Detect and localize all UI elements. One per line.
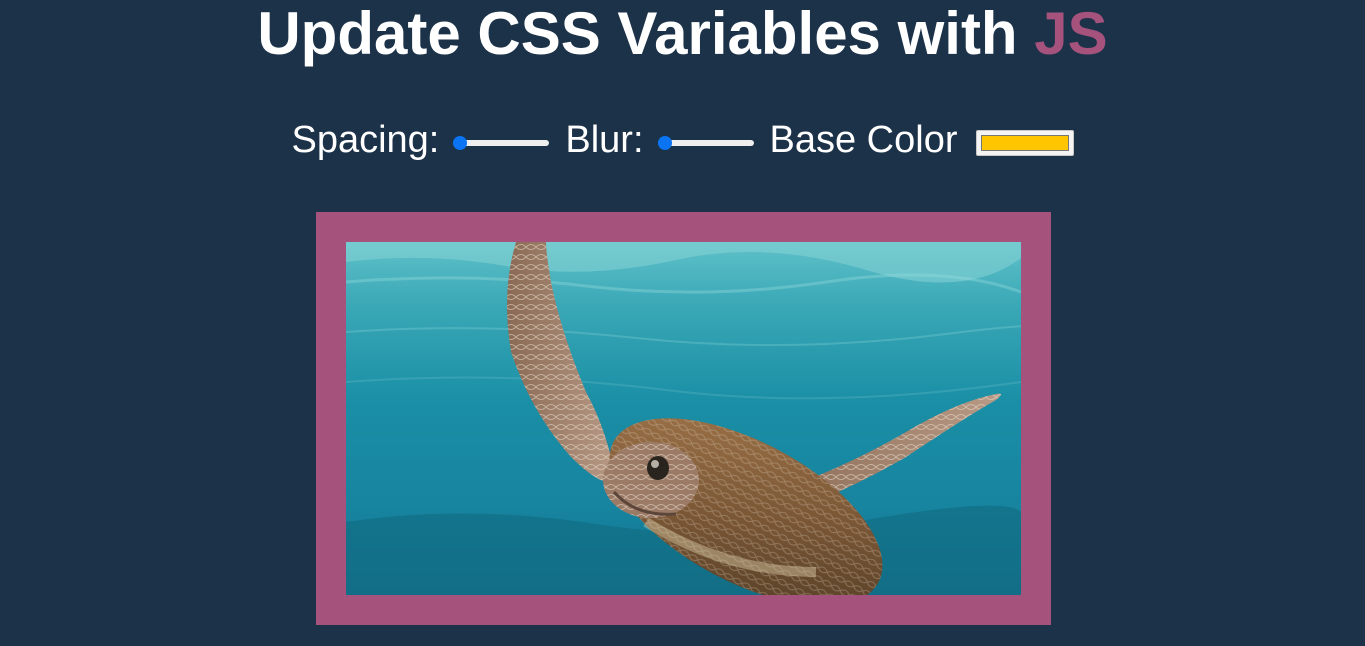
base-color-label: Base Color xyxy=(769,118,958,161)
blur-slider-thumb[interactable] xyxy=(657,136,672,150)
base-color-picker[interactable] xyxy=(975,130,1074,156)
base-color-swatch xyxy=(980,135,1069,151)
controls-bar: Spacing: Blur: Base Color xyxy=(0,114,1365,166)
spacing-slider[interactable] xyxy=(453,135,550,151)
page-title-text: Update CSS Variables with xyxy=(257,0,1018,67)
blur-label: Blur: xyxy=(565,118,644,161)
spacing-slider-thumb[interactable] xyxy=(453,136,468,150)
blur-slider-track xyxy=(657,140,754,146)
image-frame xyxy=(316,212,1051,625)
page: Update CSS Variables with JS Spacing: Bl… xyxy=(0,0,1365,646)
spacing-label: Spacing: xyxy=(291,118,440,161)
page-title-highlight: JS xyxy=(1034,0,1108,67)
blur-slider[interactable] xyxy=(657,135,754,151)
turtle-photo xyxy=(346,242,1021,595)
page-title: Update CSS Variables with JS xyxy=(0,0,1365,66)
spacing-slider-track xyxy=(453,140,550,146)
sea-turtle-image xyxy=(346,242,1021,595)
